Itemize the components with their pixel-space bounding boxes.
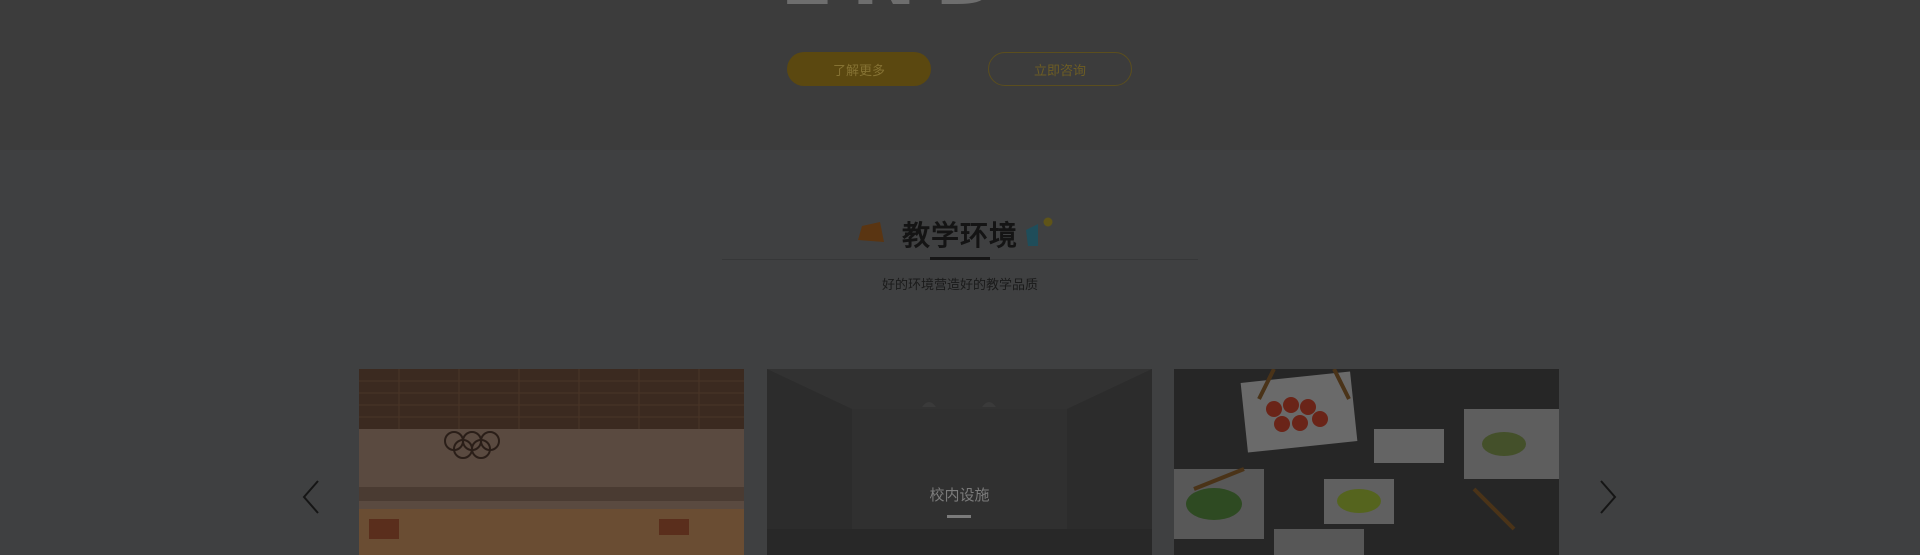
teaching-environment-section: 教学环境 好的环境营造好的教学品质 校内设施 bbox=[0, 150, 1920, 555]
chevron-left-icon[interactable] bbox=[300, 477, 322, 517]
caption-underline bbox=[947, 515, 971, 518]
learn-more-button[interactable]: 了解更多 bbox=[787, 52, 931, 86]
section-title: 教学环境 bbox=[901, 220, 1018, 251]
chevron-right-icon[interactable] bbox=[1597, 477, 1619, 517]
section-subtitle: 好的环境营造好的教学品质 bbox=[881, 277, 1038, 292]
consult-now-button[interactable]: 立即咨询 bbox=[988, 52, 1132, 86]
card-caption: 校内设施 bbox=[929, 487, 990, 504]
title-underline bbox=[930, 257, 990, 260]
campus-facility-card[interactable]: 校内设施 bbox=[767, 369, 1152, 555]
buffet-image bbox=[1174, 369, 1559, 555]
hero-title: END bbox=[780, 0, 1017, 18]
cafeteria-photo-card[interactable] bbox=[1174, 369, 1559, 555]
facility-image bbox=[767, 369, 1152, 555]
gymnasium-image bbox=[359, 369, 744, 555]
gym-photo-card[interactable] bbox=[359, 369, 744, 555]
colored-shapes-decoration-icon bbox=[1026, 217, 1053, 246]
